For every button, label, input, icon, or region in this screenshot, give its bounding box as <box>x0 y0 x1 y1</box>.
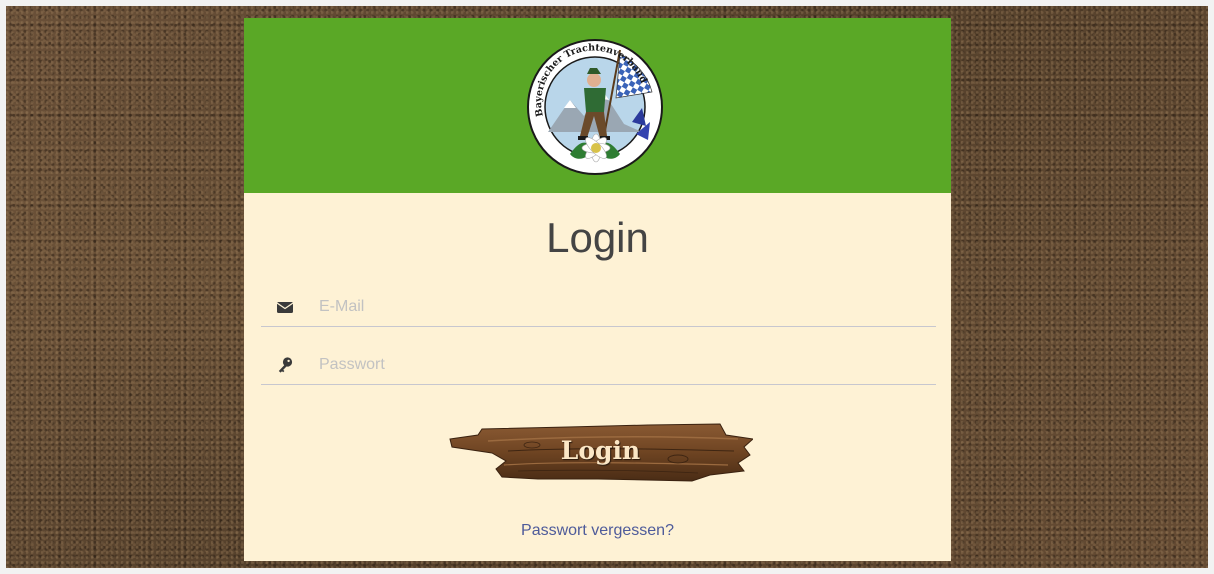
page-title: Login <box>546 214 649 261</box>
association-logo: Bayerischer Trachtenverband e.V. <box>524 36 663 175</box>
login-button[interactable]: Login <box>448 421 753 483</box>
login-button-label: Login <box>560 436 641 465</box>
login-card: Bayerischer Trachtenverband e.V. Login <box>244 18 951 561</box>
key-icon <box>278 357 293 373</box>
envelope-icon <box>276 302 294 313</box>
password-field <box>261 346 936 385</box>
card-header: Bayerischer Trachtenverband e.V. <box>244 18 951 193</box>
email-field <box>261 288 936 327</box>
email-input[interactable] <box>319 294 919 320</box>
password-input[interactable] <box>319 352 919 378</box>
forgot-password-link[interactable]: Passwort vergessen? <box>244 522 951 540</box>
